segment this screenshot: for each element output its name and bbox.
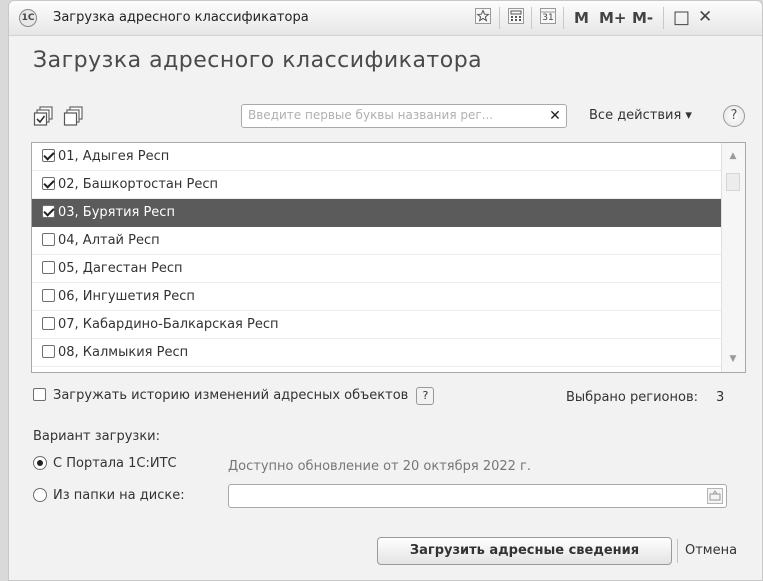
folder-path-field[interactable] (228, 484, 727, 508)
folder-option[interactable]: Из папки на диске: (33, 488, 185, 503)
region-label: 07, Кабардино-Балкарская Респ (58, 317, 279, 332)
portal-option[interactable]: С Портала 1С:ИТС (33, 456, 177, 471)
list-item[interactable]: 01, Адыгея Респ (32, 143, 722, 171)
scroll-up-icon[interactable]: ▲ (726, 149, 740, 163)
browse-folder-icon[interactable] (707, 488, 723, 504)
toolbar-divider (663, 7, 664, 29)
folder-radio[interactable] (33, 488, 47, 502)
region-checkbox[interactable] (42, 233, 55, 246)
history-checkbox[interactable] (33, 388, 46, 401)
page-title: Загрузка адресного классификатора (33, 48, 483, 73)
calculator-icon[interactable] (506, 8, 526, 28)
memory-minus-button[interactable]: M- (632, 9, 653, 27)
load-variant-label: Вариант загрузки: (33, 429, 161, 444)
region-label: 01, Адыгея Респ (58, 149, 170, 164)
calendar-day-label: 31 (542, 13, 554, 23)
region-search-field[interactable]: ✕ (241, 104, 567, 128)
calendar-icon[interactable]: 31 (538, 8, 558, 28)
folder-option-label: Из папки на диске: (53, 488, 185, 503)
region-label: 03, Бурятия Респ (58, 205, 175, 220)
list-item[interactable]: 07, Кабардино-Балкарская Респ (32, 311, 722, 339)
list-scrollbar[interactable]: ▲ ▼ (721, 143, 745, 372)
region-checkbox[interactable] (42, 205, 55, 218)
selected-regions-label: Выбрано регионов: (566, 390, 698, 405)
help-icon[interactable]: ? (723, 105, 745, 127)
list-item[interactable]: 02, Башкортостан Респ (32, 171, 722, 199)
list-item[interactable]: 08, Калмыкия Респ (32, 339, 722, 367)
scroll-down-icon[interactable]: ▼ (726, 352, 740, 366)
list-item[interactable]: 04, Алтай Респ (32, 227, 722, 255)
update-available-note: Доступно обновление от 20 октября 2022 г… (228, 459, 532, 474)
region-label: 05, Дагестан Респ (58, 261, 183, 276)
history-help-icon[interactable]: ? (416, 387, 435, 405)
region-checkbox[interactable] (42, 345, 55, 358)
list-item[interactable]: 06, Ингушетия Респ (32, 283, 722, 311)
window-title: Загрузка адресного классификатора (53, 10, 309, 25)
region-checkbox[interactable] (42, 261, 55, 274)
region-checkbox[interactable] (42, 149, 55, 162)
region-search-input[interactable] (248, 108, 544, 122)
clear-search-icon[interactable]: ✕ (546, 107, 564, 125)
check-all-icon[interactable] (33, 105, 55, 127)
memory-plus-button[interactable]: M+ (599, 9, 627, 27)
region-label: 04, Алтай Респ (58, 233, 160, 248)
list-item[interactable]: 05, Дагестан Респ (32, 255, 722, 283)
close-icon[interactable]: ✕ (698, 7, 712, 27)
cancel-button[interactable]: Отмена (685, 543, 737, 558)
region-label: 08, Калмыкия Респ (58, 345, 189, 360)
toolbar-divider (499, 7, 500, 29)
history-label: Загружать историю изменений адресных объ… (53, 388, 409, 403)
toolbar-divider (563, 7, 564, 29)
selected-regions-count: 3 (715, 390, 725, 405)
all-actions-menu[interactable]: Все действия ▾ (589, 108, 692, 123)
button-divider (677, 539, 678, 563)
region-label: 02, Башкортостан Респ (58, 177, 218, 192)
portal-option-label: С Портала 1С:ИТС (53, 456, 177, 471)
load-address-data-button[interactable]: Загрузить адресные сведения (377, 537, 672, 565)
app-logo-icon[interactable]: 1С (19, 9, 37, 27)
region-list[interactable]: 01, Адыгея Респ 02, Башкортостан Респ 03… (31, 142, 746, 373)
star-icon[interactable] (473, 8, 493, 28)
memory-button[interactable]: M (574, 9, 589, 27)
maximize-icon[interactable]: □ (673, 7, 690, 28)
region-label: 06, Ингушетия Респ (58, 289, 195, 304)
selected-regions-info: Выбрано регионов: 3 (566, 390, 724, 405)
history-option[interactable]: Загружать историю изменений адресных объ… (33, 387, 435, 405)
toolbar-divider (531, 7, 532, 29)
title-bar: 1С Загрузка адресного классификатора 31 … (9, 1, 762, 36)
region-checkbox[interactable] (42, 177, 55, 190)
portal-radio[interactable] (33, 456, 47, 470)
scroll-thumb[interactable] (726, 173, 740, 191)
list-item[interactable]: 03, Бурятия Респ (32, 199, 722, 227)
region-checkbox[interactable] (42, 317, 55, 330)
dialog-window: 1С Загрузка адресного классификатора 31 … (8, 0, 763, 581)
uncheck-all-icon[interactable] (63, 105, 85, 127)
region-checkbox[interactable] (42, 289, 55, 302)
